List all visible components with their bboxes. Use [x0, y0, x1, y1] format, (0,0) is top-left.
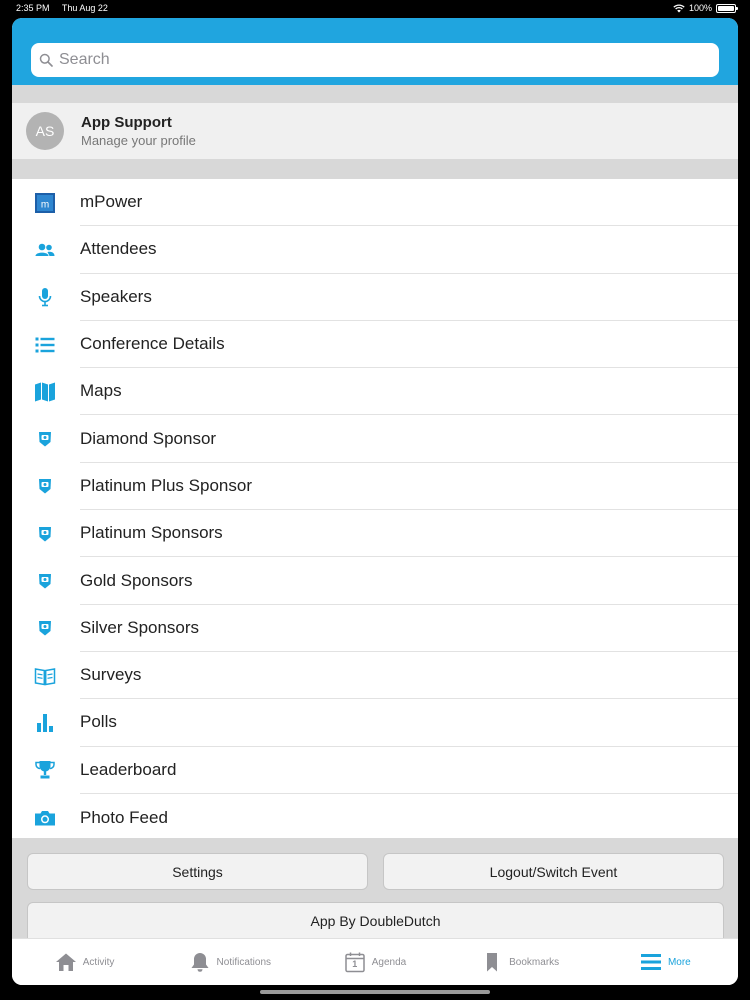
app-credit-button[interactable]: App By DoubleDutch — [27, 902, 724, 939]
bell-icon — [191, 953, 209, 972]
menu-item-label: mPower — [80, 179, 738, 227]
section-spacer — [12, 159, 738, 179]
footer-actions: Settings Logout/Switch Event App By Doub… — [12, 838, 738, 939]
camera-icon — [34, 807, 56, 829]
status-date: Thu Aug 22 — [61, 3, 108, 13]
menu-item-label: Gold Sponsors — [80, 557, 738, 605]
menu-item-attendees[interactable]: Attendees — [12, 226, 738, 274]
search-input[interactable] — [59, 51, 659, 69]
menu-item-label: Maps — [80, 368, 738, 416]
tab-label: More — [667, 956, 691, 968]
menu-item-label: Surveys — [80, 652, 738, 700]
calendar-icon: 1 — [344, 951, 366, 973]
trophy-icon — [34, 759, 56, 781]
app-window: AS App Support Manage your profile m mPo… — [12, 18, 738, 985]
menu-item-leaderboard[interactable]: Leaderboard — [12, 747, 738, 794]
home-icon — [55, 953, 76, 971]
menu-item-platinum-sponsors[interactable]: Platinum Sponsors — [12, 510, 738, 558]
tab-notifications[interactable]: Notifications — [157, 939, 302, 985]
map-icon — [34, 381, 56, 403]
svg-text:m: m — [41, 199, 49, 210]
tab-label: Bookmarks — [509, 956, 560, 968]
tab-activity[interactable]: Activity — [12, 939, 157, 985]
calendar-day-number: 1 — [352, 959, 358, 969]
sponsor-badge-icon — [34, 428, 56, 450]
menu-item-label: Platinum Sponsors — [80, 510, 738, 558]
wifi-icon — [673, 3, 685, 12]
tab-label: Activity — [82, 956, 115, 968]
menu-item-label: Photo Feed — [80, 807, 168, 827]
avatar: AS — [26, 112, 64, 150]
search-bar[interactable] — [31, 43, 719, 77]
status-time: 2:35 PM — [16, 3, 50, 13]
menu-item-silver-sponsors[interactable]: Silver Sponsors — [12, 605, 738, 652]
sponsor-badge-icon — [34, 475, 56, 497]
bar-chart-icon — [34, 712, 56, 734]
sponsor-badge-icon — [34, 570, 56, 592]
profile-subtitle: Manage your profile — [81, 133, 196, 148]
menu-item-photo-feed[interactable]: Photo Feed — [12, 794, 738, 841]
settings-button[interactable]: Settings — [27, 853, 368, 890]
menu-item-label: Platinum Plus Sponsor — [80, 463, 738, 511]
section-spacer — [12, 85, 738, 103]
menu-item-label: Leaderboard — [80, 747, 738, 794]
menu-item-label: Diamond Sponsor — [80, 415, 738, 463]
profile-row[interactable]: AS App Support Manage your profile — [12, 103, 738, 159]
battery-icon — [716, 3, 738, 13]
home-indicator — [260, 990, 490, 994]
menu-item-platinum-plus-sponsor[interactable]: Platinum Plus Sponsor — [12, 463, 738, 511]
menu-list: m mPower Attendees Speakers Conference D… — [12, 179, 738, 842]
sponsor-badge-icon — [34, 523, 56, 545]
mpower-logo-icon: m — [34, 192, 56, 214]
status-bar: 2:35 PM Thu Aug 22 100% — [0, 0, 750, 16]
menu-item-label: Polls — [80, 699, 738, 747]
menu-item-gold-sponsors[interactable]: Gold Sponsors — [12, 557, 738, 605]
microphone-icon — [34, 286, 56, 308]
menu-item-mpower[interactable]: m mPower — [12, 179, 738, 227]
people-icon — [34, 239, 56, 261]
menu-item-surveys[interactable]: Surveys — [12, 652, 738, 700]
menu-item-label: Silver Sponsors — [80, 605, 738, 652]
menu-item-conference-details[interactable]: Conference Details — [12, 321, 738, 369]
bookmark-icon — [487, 953, 498, 972]
menu-item-label: Speakers — [80, 274, 738, 321]
menu-item-maps[interactable]: Maps — [12, 368, 738, 416]
tab-label: Agenda — [371, 956, 407, 968]
search-icon — [39, 53, 53, 67]
profile-name: App Support — [81, 114, 172, 131]
header-bar — [12, 18, 738, 85]
sponsor-badge-icon — [34, 617, 56, 639]
list-icon — [34, 334, 56, 356]
menu-item-diamond-sponsor[interactable]: Diamond Sponsor — [12, 415, 738, 463]
tab-label: Notifications — [216, 956, 272, 968]
tab-bar: Activity Notifications 1 Agenda Bookmark… — [12, 938, 738, 985]
menu-icon — [640, 954, 661, 970]
menu-item-speakers[interactable]: Speakers — [12, 274, 738, 321]
survey-book-icon — [34, 665, 56, 687]
tab-more[interactable]: More — [593, 939, 738, 985]
battery-percent: 100% — [688, 3, 712, 13]
logout-switch-event-button[interactable]: Logout/Switch Event — [383, 853, 724, 890]
menu-item-polls[interactable]: Polls — [12, 699, 738, 747]
menu-item-label: Attendees — [80, 226, 738, 274]
menu-item-label: Conference Details — [80, 321, 738, 369]
tab-bookmarks[interactable]: Bookmarks — [448, 939, 593, 985]
tab-agenda[interactable]: 1 Agenda — [302, 939, 447, 985]
